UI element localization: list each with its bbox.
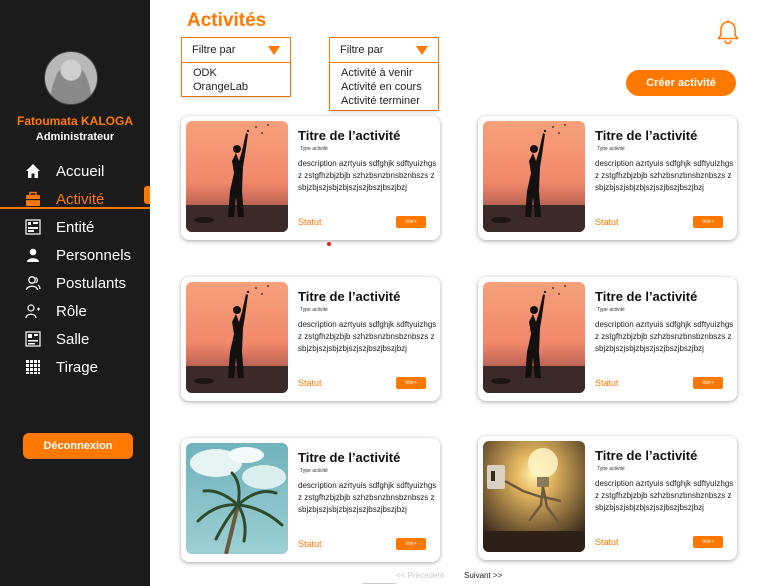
sidebar-item-label: Personnels — [56, 246, 132, 264]
sunset-photo — [483, 121, 585, 232]
logout-button[interactable]: Déconnexion — [23, 433, 133, 459]
card-title: Titre de l’activité — [298, 128, 401, 143]
user-role: Administrateur — [35, 131, 115, 143]
card-type: Type activité — [597, 307, 625, 313]
sidebar-item-label: Accueil — [56, 162, 105, 180]
filter-option[interactable]: OrangeLab — [193, 80, 290, 94]
card-type: Type activité — [300, 146, 328, 152]
card-title: Titre de l’activité — [298, 450, 401, 465]
filter-options: Activité à venir Activité en cours Activ… — [330, 62, 438, 110]
sidebar-item-personnels[interactable]: Personnels — [0, 243, 150, 267]
sidebar-item-label: Entité — [56, 218, 95, 236]
person-icon — [25, 247, 41, 263]
sidebar-item-label: Postulants — [56, 274, 127, 292]
card-status: Statut — [298, 217, 322, 227]
app-root: Fatoumata KALOGA Administrateur Accueil … — [0, 0, 769, 586]
card-status: Statut — [595, 378, 619, 388]
lightbulb-photo — [483, 441, 585, 552]
building-icon — [25, 219, 41, 235]
filter-head[interactable]: Filtre par — [330, 38, 438, 62]
user-role-icon — [25, 303, 41, 319]
card-description: description azrtyuis sdfghjk sdftyuizhgs… — [595, 320, 734, 353]
sidebar-item-tirage[interactable]: Tirage — [0, 355, 150, 379]
view-more-button[interactable]: Voir+ — [693, 536, 723, 548]
page-title: Activités — [187, 10, 267, 31]
sidebar-item-label: Tirage — [56, 358, 98, 376]
card-type: Type activité — [597, 466, 625, 472]
filter-dropdown-status[interactable]: Filtre par Activité à venir Activité en … — [329, 37, 439, 111]
view-more-button[interactable]: Voir+ — [693, 377, 723, 389]
users-icon — [25, 275, 41, 291]
sidebar: Fatoumata KALOGA Administrateur Accueil … — [0, 0, 150, 586]
card-status: Statut — [595, 217, 619, 227]
view-more-button[interactable]: Voir+ — [396, 538, 426, 550]
sidebar-item-postulants[interactable]: Postulants — [0, 271, 150, 295]
sunset-photo — [186, 121, 288, 232]
card-type: Type activité — [300, 307, 328, 313]
view-more-button[interactable]: Voir+ — [396, 377, 426, 389]
bell-icon[interactable] — [716, 19, 740, 45]
briefcase-icon — [25, 191, 41, 207]
card-status: Statut — [595, 537, 619, 547]
card-title: Titre de l’activité — [595, 128, 698, 143]
active-underline — [0, 207, 150, 209]
carousel-dot — [327, 242, 331, 246]
sidebar-item-salle[interactable]: Salle — [0, 327, 150, 351]
sidebar-item-entite[interactable]: Entité — [0, 215, 150, 239]
pagination-divider — [362, 583, 396, 584]
avatar — [44, 51, 98, 105]
card-title: Titre de l’activité — [595, 289, 698, 304]
sidebar-item-role[interactable]: Rôle — [0, 299, 150, 323]
card-title: Titre de l’activité — [298, 289, 401, 304]
view-more-button[interactable]: Voir+ — [396, 216, 426, 228]
card-description: description azrtyuis sdfghjk sdftyuizhgs… — [595, 159, 734, 192]
sidebar-item-label: Salle — [56, 330, 90, 348]
palm-photo — [186, 443, 288, 554]
activity-card: Titre de l’activité Type activité descri… — [181, 116, 440, 240]
filter-head[interactable]: Filtre par — [182, 38, 290, 62]
sidebar-item-label: Activité — [56, 190, 105, 208]
card-description: description azrtyuis sdfghjk sdftyuizhgs… — [298, 320, 437, 353]
card-status: Statut — [298, 539, 322, 549]
filter-option[interactable]: Activité à venir — [341, 66, 438, 80]
filter-option[interactable]: Activité en cours — [341, 80, 438, 94]
room-icon — [25, 331, 41, 347]
activity-card: Titre de l’activité Type activité descri… — [181, 277, 440, 401]
activity-card: Titre de l’activité Type activité descri… — [478, 436, 737, 560]
activity-card: Titre de l’activité Type activité descri… — [181, 438, 440, 562]
activity-card: Titre de l’activité Type activité descri… — [478, 116, 737, 240]
home-icon — [25, 163, 41, 179]
view-more-button[interactable]: Voir+ — [693, 216, 723, 228]
previous-page-link[interactable]: << Précédent — [396, 571, 444, 580]
sidebar-item-label: Rôle — [56, 302, 87, 320]
filter-label: Filtre par — [340, 44, 384, 56]
next-page-link[interactable]: Suivant >> — [464, 571, 502, 580]
filter-options: ODK OrangeLab — [182, 62, 290, 96]
caret-down-icon — [416, 45, 428, 55]
filter-label: Filtre par — [192, 44, 236, 56]
card-description: description azrtyuis sdfghjk sdftyuizhgs… — [595, 479, 734, 512]
sidebar-item-accueil[interactable]: Accueil — [0, 159, 150, 183]
user-name: Fatoumata KALOGA — [16, 114, 133, 128]
sunset-photo — [483, 282, 585, 393]
active-marker — [144, 186, 150, 204]
card-status: Statut — [298, 378, 322, 388]
grid-icon — [25, 359, 41, 375]
filter-option[interactable]: Activité terminer — [341, 94, 438, 108]
card-type: Type activité — [597, 146, 625, 152]
caret-down-icon — [268, 45, 280, 55]
sunset-photo — [186, 282, 288, 393]
filter-option[interactable]: ODK — [193, 66, 290, 80]
activity-card: Titre de l’activité Type activité descri… — [478, 277, 737, 401]
card-type: Type activité — [300, 468, 328, 474]
card-description: description azrtyuis sdfghjk sdftyuizhgs… — [298, 481, 437, 514]
card-title: Titre de l’activité — [595, 448, 698, 463]
create-activity-button[interactable]: Créer activité — [626, 70, 736, 96]
filter-dropdown-entity[interactable]: Filtre par ODK OrangeLab — [181, 37, 291, 97]
card-description: description azrtyuis sdfghjk sdftyuizhgs… — [298, 159, 437, 192]
